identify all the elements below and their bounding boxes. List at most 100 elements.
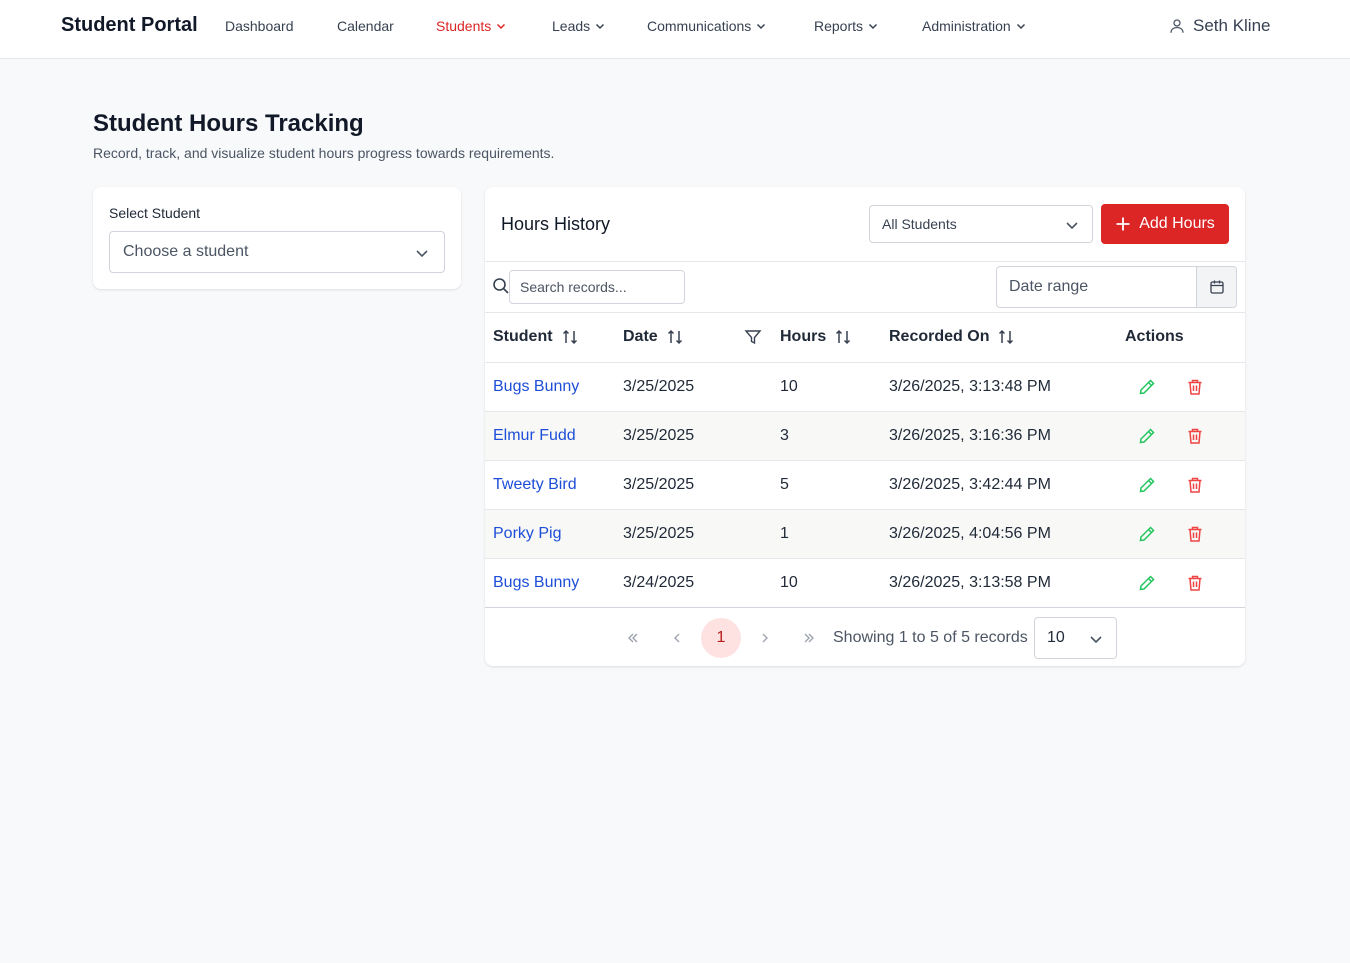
select-student-card: Select Student Choose a student: [93, 187, 461, 289]
prev-page-button[interactable]: [657, 618, 697, 658]
table-row: Porky Pig 3/25/2025 1 3/26/2025, 4:04:56 PM: [485, 509, 1245, 559]
search-icon: [493, 278, 509, 294]
date-cell: 3/25/2025: [623, 362, 780, 412]
hours-history-card: Hours History All Students Add Hours Dat…: [485, 187, 1245, 666]
table-row: Tweety Bird 3/25/2025 5 3/26/2025, 3:42:44 …: [485, 460, 1245, 510]
student-name-link[interactable]: Elmur Fudd: [485, 411, 623, 461]
chevron-down-icon: [1090, 636, 1102, 644]
column-label: Recorded On: [889, 328, 990, 346]
nav-item-dashboard[interactable]: Dashboard: [225, 18, 294, 34]
date-cell: 3/24/2025: [623, 558, 780, 608]
table-header-row: Student Date Hours Recorded On Actions: [485, 313, 1245, 363]
nav-item-label: Communications: [647, 18, 752, 34]
actions-cell: [1125, 460, 1245, 510]
recorded-on-cell: 3/26/2025, 3:13:48 PM: [889, 362, 1125, 412]
chevron-down-icon: [596, 23, 605, 30]
user-icon: [1170, 19, 1184, 33]
student-filter-select[interactable]: All Students: [869, 205, 1093, 243]
last-page-button[interactable]: [789, 618, 829, 658]
date-cell: 3/25/2025: [623, 460, 780, 510]
sort-icon[interactable]: [666, 328, 684, 346]
chevrons-right-icon: [804, 633, 814, 643]
date-cell: 3/25/2025: [623, 509, 780, 559]
page-button[interactable]: 1: [701, 618, 741, 658]
sort-icon[interactable]: [561, 328, 579, 346]
add-hours-label: Add Hours: [1139, 215, 1215, 232]
chevron-down-icon: [1066, 222, 1078, 230]
nav-item-leads[interactable]: Leads: [552, 18, 606, 34]
table-row: Bugs Bunny 3/24/2025 10 3/26/2025, 3:13:58 …: [485, 558, 1245, 608]
column-header-student: Student: [485, 313, 623, 363]
user-name: Seth Kline: [1193, 16, 1271, 35]
hours-cell: 1: [780, 509, 889, 559]
date-range-picker[interactable]: Date range: [996, 266, 1237, 308]
nav-item-administration[interactable]: Administration: [922, 18, 1027, 34]
student-select[interactable]: Choose a student: [109, 231, 445, 273]
table-row: Elmur Fudd 3/25/2025 3 3/26/2025, 3:16:36 P…: [485, 411, 1245, 461]
delete-icon[interactable]: [1185, 524, 1205, 544]
column-label: Student: [493, 328, 553, 346]
rows-per-page-select[interactable]: 10: [1034, 617, 1117, 659]
nav-item-calendar[interactable]: Calendar: [337, 18, 394, 34]
recorded-on-cell: 3/26/2025, 3:13:58 PM: [889, 558, 1125, 608]
pagination-summary: Showing 1 to 5 of 5 records: [833, 629, 1028, 646]
next-page-button[interactable]: [745, 618, 785, 658]
delete-icon[interactable]: [1185, 377, 1205, 397]
calendar-button[interactable]: [1196, 267, 1236, 307]
delete-icon[interactable]: [1185, 475, 1205, 495]
top-navbar: Student Portal Dashboard Calendar Studen…: [0, 0, 1350, 59]
nav-item-label: Reports: [814, 18, 864, 34]
delete-icon[interactable]: [1185, 573, 1205, 593]
chevron-down-icon: [869, 23, 878, 30]
edit-icon[interactable]: [1137, 524, 1157, 544]
user-menu[interactable]: Seth Kline: [1168, 16, 1271, 36]
hours-cell: 3: [780, 411, 889, 461]
edit-icon[interactable]: [1137, 377, 1157, 397]
hours-history-title: Hours History: [501, 214, 611, 234]
nav-item-label: Students: [436, 18, 492, 34]
column-label: Hours: [780, 328, 827, 346]
first-page-button[interactable]: [613, 618, 653, 658]
column-header-actions: Actions: [1125, 313, 1245, 363]
column-label: Date: [623, 328, 658, 346]
hours-cell: 10: [780, 362, 889, 412]
sort-icon[interactable]: [834, 328, 852, 346]
edit-icon[interactable]: [1137, 475, 1157, 495]
student-name-link[interactable]: Bugs Bunny: [485, 362, 623, 412]
nav-item-label: Calendar: [337, 18, 394, 34]
delete-icon[interactable]: [1185, 426, 1205, 446]
brand-title[interactable]: Student Portal: [61, 14, 198, 37]
column-header-hours: Hours: [780, 313, 889, 363]
chevrons-left-icon: [628, 633, 638, 643]
table-row: Bugs Bunny 3/25/2025 10 3/26/2025, 3:13:48 …: [485, 362, 1245, 412]
edit-icon[interactable]: [1137, 573, 1157, 593]
nav-item-communications[interactable]: Communications: [647, 18, 767, 34]
plus-icon: [1116, 217, 1130, 231]
rows-per-page-value: 10: [1047, 629, 1065, 646]
search-input[interactable]: [509, 270, 685, 304]
column-label: Actions: [1125, 328, 1184, 346]
table-toolbar: Date range: [485, 261, 1245, 313]
student-name-link[interactable]: Bugs Bunny: [485, 558, 623, 608]
pagination: 1 Showing 1 to 5 of 5 records 10: [485, 607, 1245, 666]
nav-item-students[interactable]: Students: [436, 18, 507, 34]
nav-item-label: Dashboard: [225, 18, 294, 34]
actions-cell: [1125, 509, 1245, 559]
edit-icon[interactable]: [1137, 426, 1157, 446]
hours-table: Student Date Hours Recorded On Actions B…: [485, 313, 1245, 608]
recorded-on-cell: 3/26/2025, 3:16:36 PM: [889, 411, 1125, 461]
student-name-link[interactable]: Porky Pig: [485, 509, 623, 559]
column-header-date: Date: [623, 313, 780, 363]
sort-icon[interactable]: [997, 328, 1015, 346]
date-range-input[interactable]: Date range: [997, 267, 1196, 307]
student-filter-value: All Students: [882, 216, 957, 232]
calendar-icon: [1209, 280, 1224, 294]
chevron-down-icon: [757, 23, 766, 30]
add-hours-button[interactable]: Add Hours: [1101, 204, 1229, 244]
nav-item-label: Leads: [552, 18, 591, 34]
date-cell: 3/25/2025: [623, 411, 780, 461]
nav-item-reports[interactable]: Reports: [814, 18, 879, 34]
student-name-link[interactable]: Tweety Bird: [485, 460, 623, 510]
select-student-label: Select Student: [109, 205, 201, 221]
filter-icon[interactable]: [744, 328, 762, 346]
